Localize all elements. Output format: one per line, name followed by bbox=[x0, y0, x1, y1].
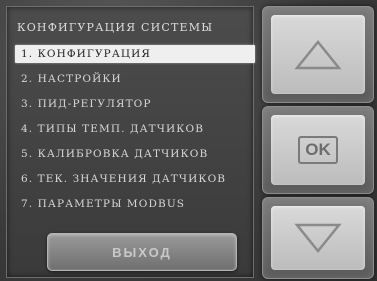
up-button[interactable] bbox=[262, 6, 374, 103]
menu-item-current-sensor-values[interactable]: 6. ТЕК. ЗНАЧЕНИЯ ДАТЧИКОВ bbox=[15, 170, 255, 188]
menu-item-pid-controller[interactable]: 3. ПИД-РЕГУЛЯТОР bbox=[15, 95, 255, 113]
ok-label: OK bbox=[298, 136, 338, 164]
down-arrow-icon bbox=[294, 223, 342, 253]
ok-button[interactable]: OK bbox=[262, 106, 374, 194]
menu-list: 1. КОНФИГУРАЦИЯ 2. НАСТРОЙКИ 3. ПИД-РЕГУ… bbox=[15, 45, 255, 220]
menu-title: КОНФИГУРАЦИЯ СИСТЕМЫ bbox=[17, 21, 214, 34]
menu-item-settings[interactable]: 2. НАСТРОЙКИ bbox=[15, 70, 255, 88]
menu-item-temp-sensor-types[interactable]: 4. ТИПЫ ТЕМП. ДАТЧИКОВ bbox=[15, 120, 255, 138]
menu-panel: КОНФИГУРАЦИЯ СИСТЕМЫ 1. КОНФИГУРАЦИЯ 2. … bbox=[6, 6, 255, 278]
down-button[interactable] bbox=[262, 197, 374, 279]
ok-button-face: OK bbox=[271, 115, 365, 185]
up-button-face bbox=[271, 15, 365, 94]
exit-button[interactable]: ВЫХОД bbox=[47, 233, 237, 271]
up-arrow-icon bbox=[294, 39, 342, 69]
touch-screen: КОНФИГУРАЦИЯ СИСТЕМЫ 1. КОНФИГУРАЦИЯ 2. … bbox=[0, 0, 377, 281]
menu-item-sensor-calibration[interactable]: 5. КАЛИБРОВКА ДАТЧИКОВ bbox=[15, 145, 255, 163]
down-button-face bbox=[271, 206, 365, 270]
menu-item-configuration[interactable]: 1. КОНФИГУРАЦИЯ bbox=[15, 45, 255, 63]
menu-item-modbus-parameters[interactable]: 7. ПАРАМЕТРЫ MODBUS bbox=[15, 195, 255, 213]
